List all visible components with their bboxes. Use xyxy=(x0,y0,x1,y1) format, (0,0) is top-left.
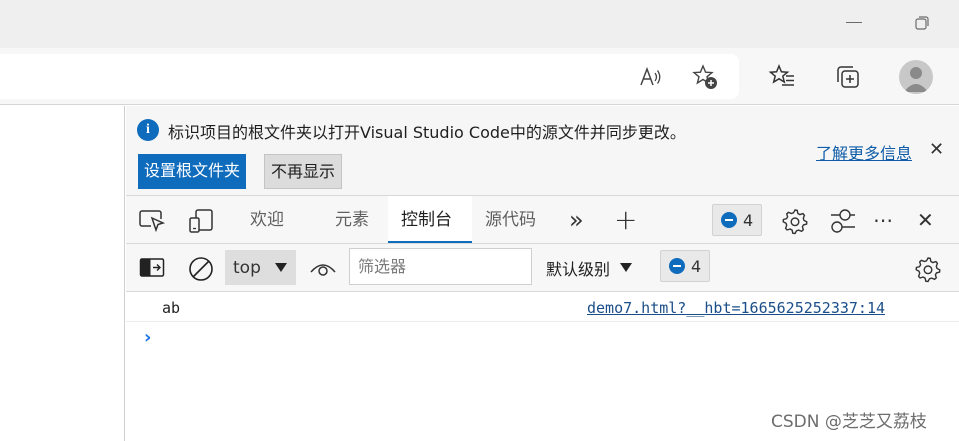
tab-welcome[interactable]: 欢迎 xyxy=(250,196,284,243)
tab-elements[interactable]: 元素 xyxy=(335,196,369,243)
issues-badge[interactable]: 4 xyxy=(712,204,763,236)
issues-count: 4 xyxy=(743,210,754,230)
device-emulation-icon[interactable] xyxy=(187,207,215,235)
favorites-icon[interactable] xyxy=(767,62,797,92)
workspace-infobar: i 标识项目的根文件夹以打开Visual Studio Code中的源文件并同步… xyxy=(126,106,959,196)
inspect-icon[interactable] xyxy=(138,208,166,234)
console-message-row: ab demo7.html?__hbt=1665625252337:14 xyxy=(126,293,959,322)
infobar-close-button[interactable]: ✕ xyxy=(929,140,944,160)
message-icon xyxy=(669,258,685,274)
title-bar xyxy=(0,0,959,48)
devtools-panel: i 标识项目的根文件夹以打开Visual Studio Code中的源文件并同步… xyxy=(126,106,959,441)
issues-badge[interactable]: 4 xyxy=(660,250,711,282)
console-prompt[interactable]: › xyxy=(144,327,151,348)
chevron-down-icon xyxy=(620,263,633,272)
console-output: ab demo7.html?__hbt=1665625252337:14 › C… xyxy=(126,293,959,441)
restore-icon[interactable] xyxy=(915,16,929,30)
close-devtools-button[interactable]: ✕ xyxy=(917,196,934,243)
gear-icon[interactable] xyxy=(781,207,809,235)
devtools-tab-bar: 欢迎 元素 控制台 源代码 » + 4 ⋯ ✕ xyxy=(126,196,959,244)
sidebar-toggle-icon[interactable] xyxy=(139,256,165,280)
message-icon xyxy=(721,212,737,228)
chevron-down-icon xyxy=(275,263,287,272)
log-levels-dropdown[interactable]: 默认级别 xyxy=(546,250,633,285)
add-tab-button[interactable]: + xyxy=(614,196,637,243)
collections-icon[interactable] xyxy=(833,62,863,92)
console-toolbar: top 默认级别 4 xyxy=(126,244,959,292)
address-bar[interactable] xyxy=(0,54,739,99)
tab-console[interactable]: 控制台 xyxy=(388,196,472,243)
tab-sources[interactable]: 源代码 xyxy=(485,196,536,243)
watermark: CSDN @芝芝又荔枝 xyxy=(771,412,927,432)
set-root-folder-button[interactable]: 设置根文件夹 xyxy=(138,154,247,189)
console-source-link[interactable]: demo7.html?__hbt=1665625252337:14 xyxy=(587,299,885,317)
page-content xyxy=(0,106,125,441)
console-settings-icon[interactable] xyxy=(914,255,942,283)
profile-avatar-icon[interactable] xyxy=(899,60,933,94)
filter-input[interactable] xyxy=(349,248,532,285)
browser-toolbar xyxy=(0,48,959,105)
eye-icon[interactable] xyxy=(309,258,337,278)
read-aloud-icon[interactable] xyxy=(636,62,666,92)
more-options-button[interactable]: ⋯ xyxy=(873,196,893,243)
console-message-text: ab xyxy=(162,299,181,317)
minimize-icon[interactable] xyxy=(846,22,862,23)
learn-more-link[interactable]: 了解更多信息 xyxy=(816,140,912,164)
customize-icon[interactable] xyxy=(829,207,857,235)
issues-count: 4 xyxy=(691,256,702,276)
clear-console-icon[interactable] xyxy=(188,256,214,282)
add-favorite-icon[interactable] xyxy=(690,62,720,92)
info-icon: i xyxy=(137,119,159,141)
log-levels-label: 默认级别 xyxy=(546,259,611,279)
context-value: top xyxy=(233,257,261,278)
infobar-message: 标识项目的根文件夹以打开Visual Studio Code中的源文件并同步更改… xyxy=(168,123,686,142)
context-selector[interactable]: top xyxy=(225,250,296,285)
dont-show-again-button[interactable]: 不再显示 xyxy=(264,154,343,189)
more-tabs-button[interactable]: » xyxy=(569,196,584,243)
